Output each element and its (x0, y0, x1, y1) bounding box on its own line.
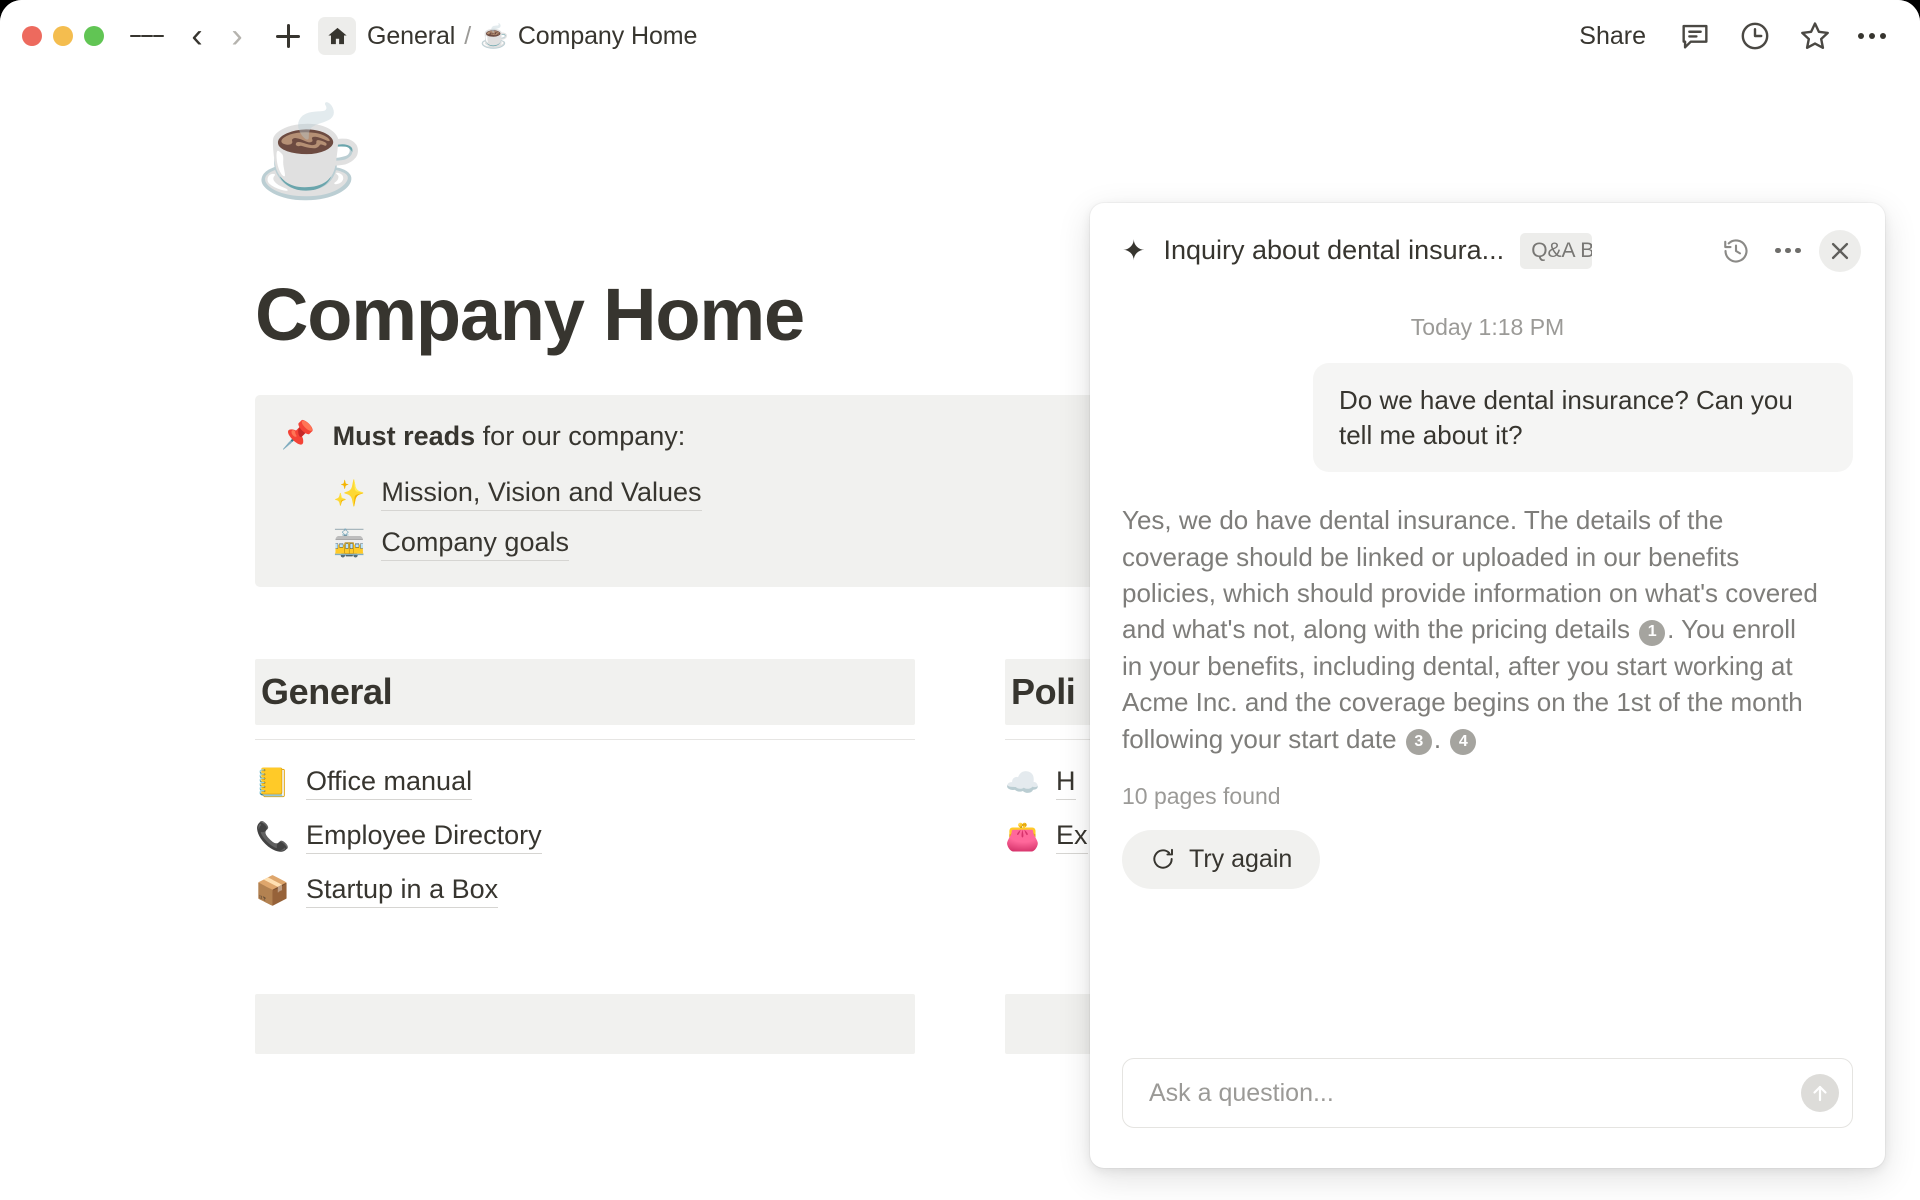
ai-qa-panel: ✦ Inquiry about dental insura... Q&A B T… (1090, 203, 1885, 1168)
page-link-policies-second[interactable]: Ex (1056, 820, 1088, 854)
ask-question-input[interactable] (1122, 1058, 1853, 1128)
page-link-employee-directory[interactable]: Employee Directory (306, 820, 542, 854)
callout-heading: 📌 Must reads for our company: (281, 418, 1083, 454)
callout-links: ✨ Mission, Vision and Values 🚋 Company g… (333, 477, 1083, 561)
status-badge: Q&A B (1520, 232, 1593, 269)
more-horizontal-icon[interactable] (1858, 19, 1892, 53)
callout-lead-bold: Must reads (332, 421, 476, 452)
purse-icon: 👛 (1005, 821, 1040, 853)
page-icon-emoji[interactable]: ☕ (255, 105, 1920, 198)
citation-badge[interactable]: 3 (1405, 728, 1432, 755)
pages-found-status: 10 pages found (1122, 782, 1281, 809)
callout-lead-rest: for our company: (475, 421, 686, 452)
refresh-icon (1150, 846, 1176, 872)
breadcrumb-parent[interactable]: General (367, 22, 455, 51)
citation-badge[interactable]: 1 (1639, 619, 1666, 646)
send-button[interactable] (1801, 1074, 1839, 1112)
message-timestamp: Today 1:18 PM (1410, 314, 1565, 340)
breadcrumb-separator: / (464, 21, 472, 50)
back-icon[interactable]: ‹ (180, 19, 214, 53)
list-item: 📦 Startup in a Box (255, 874, 915, 908)
new-page-icon[interactable] (270, 18, 306, 54)
maximize-window-button[interactable] (84, 26, 104, 46)
minimize-window-button[interactable] (53, 26, 73, 46)
telephone-icon: 📞 (255, 821, 290, 853)
pushpin-icon: 📌 (281, 420, 315, 451)
list-item: 🚋 Company goals (333, 527, 1083, 561)
ai-panel-title: Inquiry about dental insura... (1163, 235, 1505, 265)
cloud-icon: ☁️ (1005, 767, 1040, 799)
sparkles-icon: ✨ (333, 478, 366, 509)
divider (255, 738, 915, 740)
breadcrumb: General / ☕ Company Home (367, 22, 697, 51)
try-again-label: Try again (1189, 844, 1293, 873)
titlebar: ‹ › General / ☕ Company Home Share (0, 0, 1920, 72)
tram-icon: 🚋 (333, 528, 366, 559)
breadcrumb-emoji: ☕ (480, 22, 509, 49)
page-link-policies-first[interactable]: H (1056, 766, 1076, 800)
column-general: General 📒 Office manual 📞 Employee Direc… (255, 658, 915, 928)
citation-badge[interactable]: 4 (1450, 728, 1477, 755)
page-link-office-manual[interactable]: Office manual (306, 766, 473, 800)
app-window: ‹ › General / ☕ Company Home Share ☕ Com… (0, 0, 1920, 1200)
comment-icon[interactable] (1678, 19, 1712, 53)
forward-icon[interactable]: › (220, 19, 254, 53)
ai-panel-header: ✦ Inquiry about dental insura... Q&A B (1090, 203, 1885, 298)
close-window-button[interactable] (22, 26, 42, 46)
page-link-company-goals[interactable]: Company goals (381, 527, 569, 561)
ledger-icon: 📒 (255, 767, 290, 799)
user-message: Do we have dental insurance? Can you tel… (1313, 363, 1853, 473)
try-again-button[interactable]: Try again (1122, 829, 1321, 889)
ai-conversation: Today 1:18 PM Do we have dental insuranc… (1090, 314, 1885, 889)
history-icon[interactable] (1715, 230, 1757, 272)
list-item: ✨ Mission, Vision and Values (333, 477, 1083, 511)
section-heading-placeholder (255, 993, 915, 1054)
share-button[interactable]: Share (1573, 18, 1652, 55)
clock-history-icon[interactable] (1738, 19, 1772, 53)
package-icon: 📦 (255, 875, 290, 907)
answer-part-3: . (1433, 723, 1449, 754)
home-icon[interactable] (318, 17, 356, 55)
sparkle-icon: ✦ (1122, 235, 1146, 266)
ai-panel-actions (1715, 229, 1861, 272)
page-link-mission-vision-values[interactable]: Mission, Vision and Values (381, 477, 702, 511)
star-icon[interactable] (1798, 19, 1832, 53)
list-item: 📒 Office manual (255, 766, 915, 800)
user-message-row: Do we have dental insurance? Can you tel… (1122, 363, 1853, 473)
more-horizontal-icon[interactable] (1767, 230, 1809, 272)
arrow-up-icon (1813, 1085, 1827, 1102)
breadcrumb-current[interactable]: Company Home (518, 22, 698, 51)
section-heading-general: General (255, 658, 915, 725)
ai-answer: Yes, we do have dental insurance. The de… (1122, 502, 1822, 757)
must-reads-callout: 📌 Must reads for our company: ✨ Mission,… (255, 395, 1109, 587)
sidebar-toggle-icon[interactable] (130, 19, 164, 53)
traffic-lights (22, 26, 104, 46)
general-links: 📒 Office manual 📞 Employee Directory 📦 S… (255, 766, 915, 908)
ai-input-area (1122, 1058, 1853, 1128)
titlebar-actions: Share (1573, 18, 1892, 55)
list-item: 📞 Employee Directory (255, 820, 915, 854)
close-icon[interactable] (1819, 229, 1861, 272)
page-link-startup-in-a-box[interactable]: Startup in a Box (306, 874, 499, 908)
